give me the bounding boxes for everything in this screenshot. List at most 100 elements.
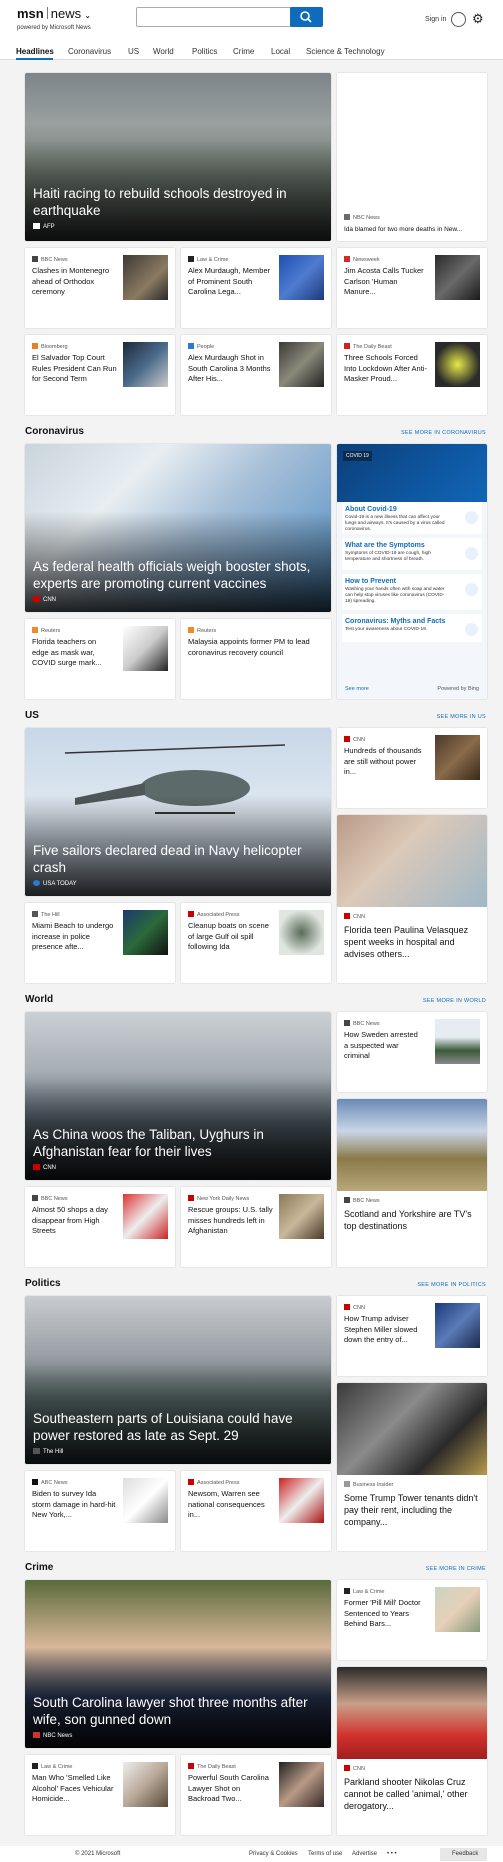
card-title[interactable]: Malaysia appoints former PM to lead coro…	[188, 637, 323, 658]
see-more-crime[interactable]: SEE MORE IN CRIME	[426, 1566, 486, 1572]
card-source: The Hill	[32, 911, 60, 918]
hero-title[interactable]: South Carolina lawyer shot three months …	[33, 1694, 311, 1728]
news-card[interactable]: The Hill Miami Beach to undergo increase…	[25, 903, 175, 983]
side-card[interactable]: NBC News Ida blamed for two more deaths …	[337, 73, 487, 241]
news-card[interactable]: BBC News How Sweden arrested a suspected…	[337, 1012, 487, 1092]
hero-card[interactable]: Five sailors declared dead in Navy helic…	[25, 728, 331, 896]
card-title[interactable]: How Trump adviser Stephen Miller slowed …	[344, 1314, 424, 1346]
news-card[interactable]: Law & Crime Man Who 'Smelled Like Alcoho…	[25, 1755, 175, 1835]
news-card[interactable]: Law & Crime Alex Murdaugh, Member of Pro…	[181, 248, 331, 328]
hero-card[interactable]: As federal health officials weigh booste…	[25, 444, 331, 612]
card-thumbnail	[123, 255, 168, 300]
news-card[interactable]: BBC News Clashes in Montenegro ahead of …	[25, 248, 175, 328]
news-card[interactable]: Law & Crime Former 'Pill Mill' Doctor Se…	[337, 1580, 487, 1660]
hero-card[interactable]: As China woos the Taliban, Uyghurs in Af…	[25, 1012, 331, 1180]
more-icon[interactable]: • • •	[387, 1851, 397, 1857]
covid-item-myths[interactable]: Coronavirus: Myths and Facts Test your aw…	[342, 614, 482, 642]
see-more-world[interactable]: SEE MORE IN WORLD	[423, 998, 486, 1004]
hero-title[interactable]: As federal health officials weigh booste…	[33, 558, 311, 592]
card-title[interactable]: Former 'Pill Mill' Doctor Sentenced to Y…	[344, 1598, 424, 1630]
carousel-dots[interactable]	[143, 234, 215, 241]
tab-local[interactable]: Local	[271, 47, 290, 56]
card-title[interactable]: Alex Murdaugh Shot in South Carolina 3 M…	[188, 353, 273, 385]
hero-card[interactable]: Southeastern parts of Louisiana could ha…	[25, 1296, 331, 1464]
terms-link[interactable]: Terms of use	[308, 1851, 342, 1857]
hero-title[interactable]: Five sailors declared dead in Navy helic…	[33, 842, 311, 876]
privacy-link[interactable]: Privacy & Cookies	[249, 1851, 298, 1857]
card-title[interactable]: Miami Beach to undergo increase in polic…	[32, 921, 117, 953]
news-card[interactable]: Newsweek Jim Acosta Calls Tucker Carlson…	[337, 248, 487, 328]
news-card[interactable]: CNN How Trump adviser Stephen Miller slo…	[337, 1296, 487, 1376]
card-title[interactable]: Rescue groups: U.S. tally misses hundred…	[188, 1205, 273, 1237]
card-thumbnail	[123, 910, 168, 955]
tab-headlines[interactable]: Headlines	[16, 47, 54, 56]
hero-title[interactable]: As China woos the Taliban, Uyghurs in Af…	[33, 1126, 311, 1160]
feedback-button[interactable]: Feedback	[440, 1848, 487, 1861]
avatar-icon[interactable]	[451, 12, 466, 27]
feature-card[interactable]: BBC News Scotland and Yorkshire are TV's…	[337, 1099, 487, 1267]
feature-image	[337, 1667, 487, 1759]
card-title[interactable]: Man Who 'Smelled Like Alcohol' Faces Veh…	[32, 1773, 117, 1805]
tab-science-technology[interactable]: Science & Technology	[306, 47, 385, 56]
tab-crime[interactable]: Crime	[233, 47, 254, 56]
card-title[interactable]: Three Schools Forced Into Lockdown After…	[344, 353, 429, 385]
msn-logo[interactable]: msn news ⌄	[17, 6, 91, 21]
feature-card[interactable]: Business Insider Some Trump Tower tenant…	[337, 1383, 487, 1551]
card-title[interactable]: Clashes in Montenegro ahead of Orthodox …	[32, 266, 112, 298]
card-title[interactable]: Newsom, Warren see national consequences…	[188, 1489, 273, 1521]
news-card[interactable]: Reuters Malaysia appoints former PM to l…	[181, 619, 331, 699]
news-card[interactable]: CNN Hundreds of thousands are still with…	[337, 728, 487, 808]
tab-coronavirus[interactable]: Coronavirus	[68, 47, 111, 56]
covid-see-more[interactable]: See more	[345, 686, 369, 692]
news-card[interactable]: ABC News Biden to survey Ida storm damag…	[25, 1471, 175, 1551]
hero-title[interactable]: Haiti racing to rebuild schools destroye…	[33, 185, 311, 219]
hero-card[interactable]: South Carolina lawyer shot three months …	[25, 1580, 331, 1748]
tab-us[interactable]: US	[128, 47, 139, 56]
card-title[interactable]: Almost 50 shops a day disappear from Hig…	[32, 1205, 117, 1237]
feature-title[interactable]: Some Trump Tower tenants didn't pay thei…	[344, 1492, 482, 1528]
news-card[interactable]: The Daily Beast Three Schools Forced Int…	[337, 335, 487, 415]
feature-card[interactable]: CNN Florida teen Paulina Velasquez spent…	[337, 815, 487, 983]
see-more-politics[interactable]: SEE MORE IN POLITICS	[417, 1282, 486, 1288]
news-card[interactable]: Associated Press Cleanup boats on scene …	[181, 903, 331, 983]
feature-title[interactable]: Parkland shooter Nikolas Cruz cannot be …	[344, 1776, 482, 1812]
feature-title[interactable]: Florida teen Paulina Velasquez spent wee…	[344, 924, 482, 960]
news-card[interactable]: BBC News Almost 50 shops a day disappear…	[25, 1187, 175, 1267]
see-more-us[interactable]: SEE MORE IN US	[437, 714, 486, 720]
card-title[interactable]: Hundreds of thousands are still without …	[344, 746, 424, 778]
card-title[interactable]: How Sweden arrested a suspected war crim…	[344, 1030, 424, 1062]
footer: © 2021 Microsoft Privacy & Cookies Terms…	[0, 1846, 503, 1862]
card-title[interactable]: Jim Acosta Calls Tucker Carlson 'Human M…	[344, 266, 429, 298]
card-title[interactable]: El Salvador Top Court Rules President Ca…	[32, 353, 117, 385]
hero-title[interactable]: Southeastern parts of Louisiana could ha…	[33, 1410, 311, 1444]
hero-source: AFP	[33, 223, 55, 230]
news-card[interactable]: Bloomberg El Salvador Top Court Rules Pr…	[25, 335, 175, 415]
feature-card[interactable]: CNN Parkland shooter Nikolas Cruz cannot…	[337, 1667, 487, 1835]
see-more-coronavirus[interactable]: SEE MORE IN CORONAVIRUS	[401, 430, 486, 436]
tab-world[interactable]: World	[153, 47, 174, 56]
search-button[interactable]	[290, 7, 323, 27]
news-card[interactable]: People Alex Murdaugh Shot in South Carol…	[181, 335, 331, 415]
hero-card[interactable]: Haiti racing to rebuild schools destroye…	[25, 73, 331, 241]
card-title[interactable]: Cleanup boats on scene of large Gulf oil…	[188, 921, 273, 953]
covid-item-symptoms[interactable]: What are the Symptoms Symptoms of COVID-1…	[342, 538, 482, 570]
news-card[interactable]: Reuters Florida teachers on edge as mask…	[25, 619, 175, 699]
advertise-link[interactable]: Advertise	[352, 1851, 377, 1857]
chevron-down-icon[interactable]: ⌄	[85, 13, 91, 20]
tab-politics[interactable]: Politics	[192, 47, 217, 56]
card-source: CNN	[344, 913, 365, 920]
card-source: The Daily Beast	[344, 343, 392, 350]
card-title[interactable]: Florida teachers on edge as mask war, CO…	[32, 637, 112, 669]
news-card[interactable]: The Daily Beast Powerful South Carolina …	[181, 1755, 331, 1835]
covid-item-prevent[interactable]: How to Prevent Washing your hands often w…	[342, 574, 482, 610]
gear-icon[interactable]: ⚙	[472, 11, 484, 27]
news-card[interactable]: New York Daily News Rescue groups: U.S. …	[181, 1187, 331, 1267]
card-title[interactable]: Alex Murdaugh, Member of Prominent South…	[188, 266, 273, 298]
covid-item-about[interactable]: About Covid-19 Covid-19 is a new illness …	[342, 502, 482, 534]
feature-title[interactable]: Scotland and Yorkshire are TV's top dest…	[344, 1208, 482, 1232]
side-title[interactable]: Ida blamed for two more deaths in New...	[344, 225, 462, 236]
sign-in-link[interactable]: Sign in	[425, 16, 446, 23]
card-title[interactable]: Biden to survey Ida storm damage in hard…	[32, 1489, 117, 1521]
news-card[interactable]: Associated Press Newsom, Warren see nati…	[181, 1471, 331, 1551]
card-title[interactable]: Powerful South Carolina Lawyer Shot on B…	[188, 1773, 273, 1805]
